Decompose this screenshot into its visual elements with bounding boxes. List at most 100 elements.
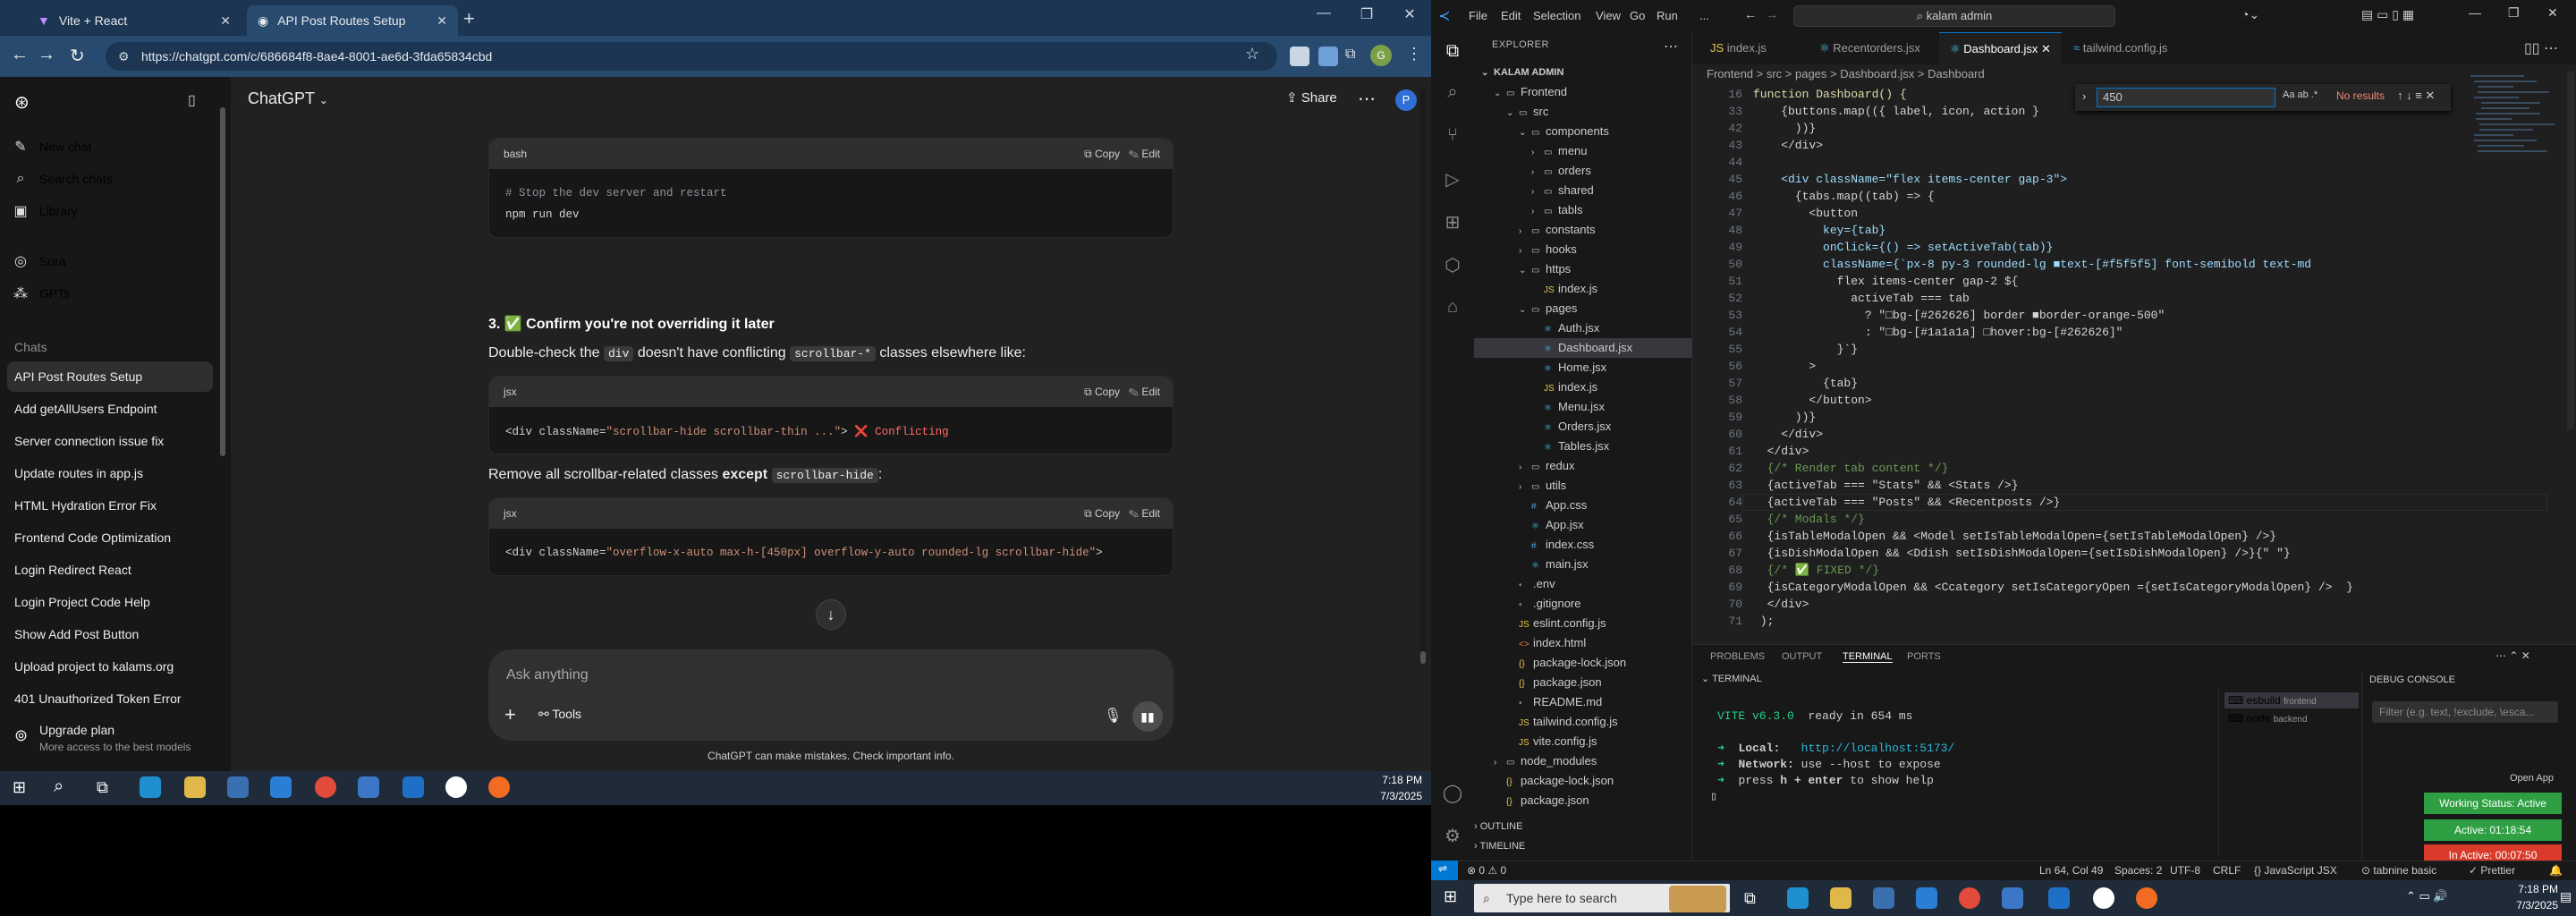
panel-tab-problems[interactable]: PROBLEMS	[1710, 651, 1765, 662]
menu-more[interactable]: ...	[1699, 9, 1709, 22]
tree-folder[interactable]: › ▭ hooks	[1474, 240, 1692, 259]
voice-mode-button[interactable]: ▮▮	[1132, 701, 1163, 732]
maximize-icon[interactable]: ❐	[2508, 5, 2520, 21]
store-icon[interactable]	[1873, 887, 1894, 909]
postman-icon[interactable]	[2136, 887, 2157, 909]
tree-file[interactable]: {} package.json	[1474, 673, 1692, 692]
close-window-icon[interactable]: ✕	[1392, 5, 1428, 23]
search-icon[interactable]: ⌕	[1442, 82, 1463, 104]
code-line[interactable]: className={`px-8 py-3 rounded-lg ■text-[…	[1753, 256, 2311, 273]
code-line[interactable]: onClick={() => setActiveTab(tab)}	[1753, 239, 2053, 256]
tree-file[interactable]: ⚛ main.jsx	[1474, 555, 1692, 574]
copy-button[interactable]: ⧉ Copy	[1084, 386, 1120, 398]
share-button[interactable]: ⇪ Share	[1286, 89, 1337, 106]
find-options-icon[interactable]: Aa ab .*	[2283, 89, 2318, 100]
app-icon[interactable]	[445, 776, 467, 798]
tabnine-status[interactable]: ⊙ tabnine basic	[2361, 864, 2436, 877]
chat-item[interactable]: Add getAllUsers Endpoint	[14, 395, 211, 422]
open-app-button[interactable]: Open App	[2510, 773, 2554, 784]
tree-file[interactable]: ⚛ Menu.jsx	[1474, 397, 1692, 417]
tree-file[interactable]: JS vite.config.js	[1474, 732, 1692, 751]
copy-button[interactable]: ⧉ Copy	[1084, 507, 1120, 520]
notification-center-icon[interactable]: ▤	[2560, 889, 2572, 904]
tree-file[interactable]: {} package-lock.json	[1474, 771, 1692, 791]
code-line[interactable]: {buttons.map(({ label, icon, action }	[1753, 103, 2039, 120]
file-explorer-icon[interactable]	[1830, 887, 1852, 909]
tree-folder[interactable]: › ▭ node_modules	[1474, 751, 1692, 771]
browser-tab-vite[interactable]: ▼ Vite + React ✕	[27, 5, 242, 36]
sidebar-item-gpts[interactable]: ⁂ GPTs	[13, 281, 70, 306]
postman-icon[interactable]	[488, 776, 510, 798]
menu-selection[interactable]: Selection	[1533, 9, 1580, 22]
tree-folder[interactable]: ⌄ ▭ src	[1474, 102, 1692, 122]
tree-file[interactable]: JS tailwind.config.js	[1474, 712, 1692, 732]
edit-button[interactable]: ✎ Edit	[1129, 148, 1160, 160]
code-line[interactable]: : "□bg-[#1a1a1a] □hover:bg-[#262626]"	[1753, 324, 2123, 341]
terminal-instance[interactable]: ⌨ node backend	[2224, 710, 2359, 726]
close-sidebar-icon[interactable]: ▯	[188, 91, 196, 109]
code-line[interactable]: </div>	[1753, 443, 1809, 460]
chat-item[interactable]: Update routes in app.js	[14, 460, 211, 487]
eol-status[interactable]: CRLF	[2213, 864, 2241, 877]
menu-view[interactable]: View	[1596, 9, 1621, 22]
profile-avatar[interactable]: G	[1370, 45, 1392, 66]
microphone-icon[interactable]: 🎙	[1104, 707, 1122, 725]
mongodb-leaf-icon[interactable]: ⌂	[1442, 297, 1463, 318]
code-line[interactable]: </div>	[1753, 137, 1823, 154]
split-editor-icon[interactable]: ▯▯ ⋯	[2524, 39, 2558, 57]
edit-button[interactable]: ✎ Edit	[1129, 386, 1160, 398]
find-input[interactable]: 450	[2097, 88, 2275, 107]
cursor-position[interactable]: Ln 64, Col 49	[2039, 864, 2103, 877]
tools-button[interactable]: ⚯ Tools	[538, 707, 581, 722]
panel-tab-output[interactable]: OUTPUT	[1782, 651, 1822, 662]
file-explorer-icon[interactable]	[184, 776, 206, 798]
tree-folder[interactable]: › ▭ redux	[1474, 456, 1692, 476]
copy-button[interactable]: ⧉ Copy	[1084, 148, 1120, 160]
tree-folder[interactable]: › ▭ tabls	[1474, 200, 1692, 220]
command-center[interactable]: ⌕ kalam admin	[1793, 5, 2115, 27]
notifications-bell-icon[interactable]: 🔔	[2549, 864, 2563, 877]
outline-section[interactable]: › OUTLINE	[1474, 821, 1522, 832]
tree-folder[interactable]: › ▭ constants	[1474, 220, 1692, 240]
new-tab-button[interactable]: +	[463, 7, 475, 30]
more-actions-icon[interactable]: ⋯	[1664, 38, 1678, 55]
model-selector[interactable]: ChatGPT ⌄	[248, 89, 328, 108]
sidebar-scrollbar[interactable]	[220, 107, 225, 456]
tree-file[interactable]: # App.css	[1474, 496, 1692, 515]
scroll-down-button[interactable]: ↓	[816, 599, 846, 630]
code-line[interactable]: {tab}	[1753, 375, 1858, 392]
chat-item[interactable]: Server connection issue fix	[14, 428, 211, 454]
sidebar-item-new-chat[interactable]: ✎ New chat	[13, 134, 91, 159]
menu-edit[interactable]: Edit	[1501, 9, 1521, 22]
browser-tab-chatgpt[interactable]: ◉ API Post Routes Setup ✕	[247, 5, 458, 36]
code-line[interactable]: }`}	[1753, 341, 1858, 358]
menu-file[interactable]: File	[1469, 9, 1487, 22]
minimize-icon[interactable]: —	[1306, 5, 1342, 21]
tree-folder[interactable]: › ▭ shared	[1474, 181, 1692, 200]
taskbar-clock[interactable]: 7:18 PM 7/3/2025	[2496, 881, 2558, 913]
tree-file[interactable]: JS index.js	[1474, 279, 1692, 299]
taskbar-clock[interactable]: 7:18 PM 7/3/2025	[1360, 772, 1422, 804]
sidebar-item-sora[interactable]: ◎ Sora	[13, 249, 66, 274]
panel-tab-terminal[interactable]: TERMINAL	[1843, 651, 1893, 663]
forward-icon[interactable]: →	[1766, 7, 1778, 21]
code-line[interactable]: {isDishModalOpen && <Ddish setIsDishModa…	[1753, 545, 2291, 562]
vscode-icon[interactable]	[402, 776, 424, 798]
code-line[interactable]: {/* ✅ FIXED */}	[1753, 562, 1879, 579]
chat-item[interactable]: HTML Hydration Error Fix	[14, 492, 211, 519]
sidebar-item-library[interactable]: ▣ Library	[13, 199, 77, 224]
code-line[interactable]: <button	[1753, 205, 1858, 222]
bookmark-star-icon[interactable]: ☆	[1245, 45, 1259, 64]
tree-folder[interactable]: ⌄ ▭ Frontend	[1474, 82, 1692, 102]
system-tray-icons[interactable]: ⌃ ▭ 🔊	[2406, 889, 2448, 903]
tree-file[interactable]: ⚛ Orders.jsx	[1474, 417, 1692, 437]
code-line[interactable]: {isCategoryModalOpen && <Ccategory setIs…	[1753, 579, 2353, 596]
tree-folder[interactable]: ⌄ ▭ pages	[1474, 299, 1692, 318]
windows-start-icon[interactable]: ⊞	[13, 778, 26, 797]
terminal-instance[interactable]: ⌨ esbuild frontend	[2224, 692, 2359, 708]
more-options-icon[interactable]: ⋯	[1358, 88, 1376, 110]
tree-folder[interactable]: ⌄ ▭ components	[1474, 122, 1692, 141]
chrome-menu-icon[interactable]: ⋮	[1406, 45, 1422, 64]
tree-file[interactable]: • .gitignore	[1474, 594, 1692, 614]
chrome-icon[interactable]	[1959, 887, 1980, 909]
